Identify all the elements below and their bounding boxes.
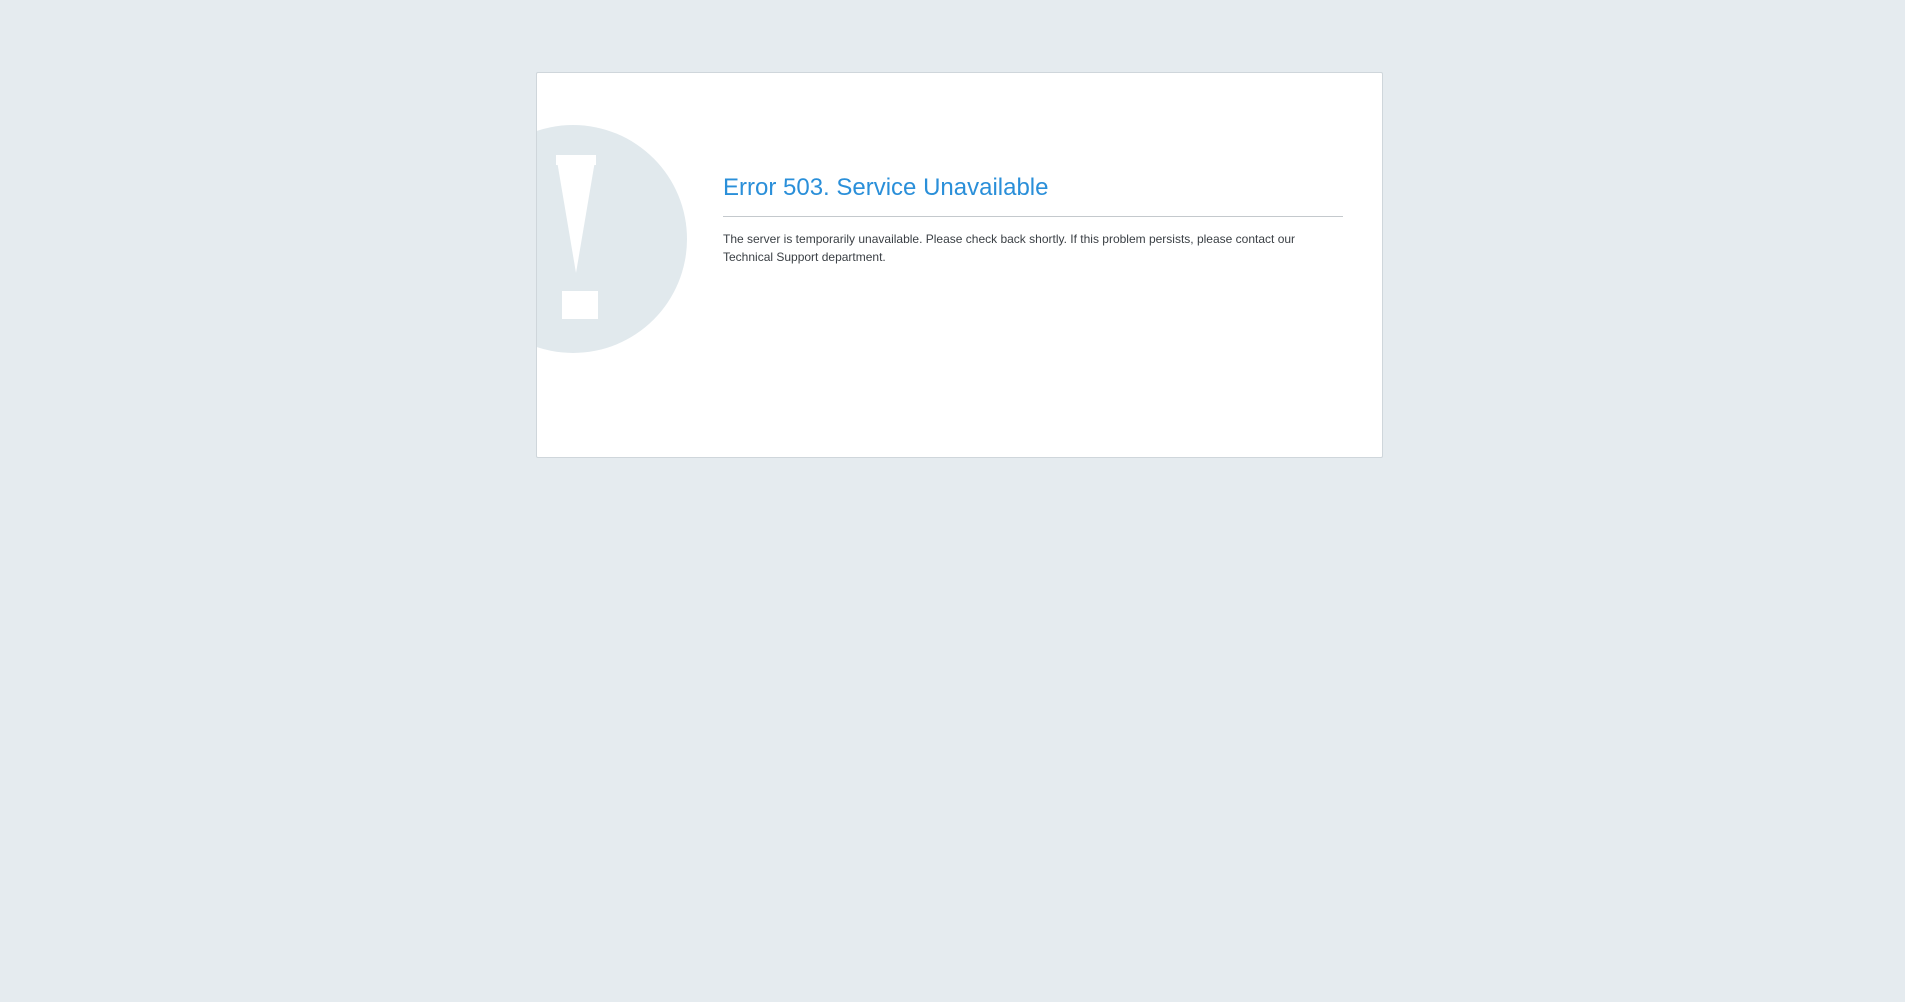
warning-exclamation-icon <box>537 125 687 353</box>
divider <box>723 216 1343 217</box>
exclamation-dot <box>562 291 598 319</box>
exclamation-bar <box>556 155 596 273</box>
error-card: Error 503. Service Unavailable The serve… <box>536 72 1383 458</box>
error-message: The server is temporarily unavailable. P… <box>723 232 1296 264</box>
error-content: Error 503. Service Unavailable The serve… <box>723 173 1343 266</box>
error-title: Error 503. Service Unavailable <box>723 174 1049 201</box>
error-page: Error 503. Service Unavailable The serve… <box>0 0 1905 1002</box>
